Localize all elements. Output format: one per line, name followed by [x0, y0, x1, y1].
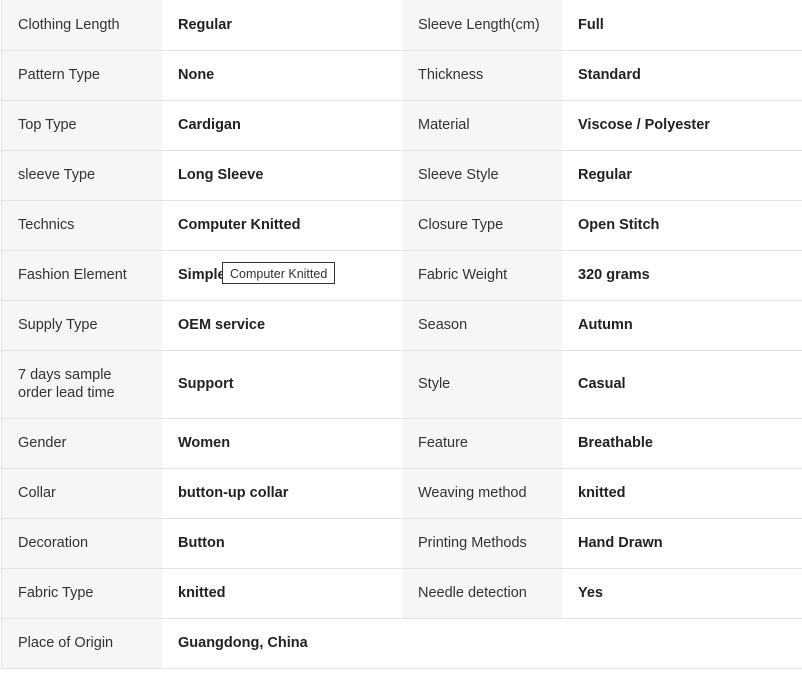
- attribute-key: Material: [402, 100, 562, 150]
- attribute-value: Breathable: [562, 418, 802, 468]
- attribute-value: Yes: [562, 568, 802, 618]
- attribute-value: Guangdong, China: [162, 618, 402, 668]
- table-row: Collar button-up collar Weaving method k…: [1, 468, 802, 518]
- attribute-key: Decoration: [1, 518, 162, 568]
- attribute-key: Sleeve Length(cm): [402, 0, 562, 50]
- attribute-value: Full: [562, 0, 802, 50]
- attribute-key: Thickness: [402, 50, 562, 100]
- attribute-value: Computer Knitted: [162, 200, 402, 250]
- attribute-key: Fabric Weight: [402, 250, 562, 300]
- table-row: sleeve Type Long Sleeve Sleeve Style Reg…: [1, 150, 802, 200]
- attribute-key: 7 days sample order lead time: [1, 350, 162, 418]
- attribute-value: OEM service: [162, 300, 402, 350]
- attribute-key: Feature: [402, 418, 562, 468]
- attribute-value: button-up collar: [162, 468, 402, 518]
- attribute-value: Autumn: [562, 300, 802, 350]
- product-attributes-table: Clothing Length Regular Sleeve Length(cm…: [1, 0, 802, 669]
- attribute-value: Long Sleeve: [162, 150, 402, 200]
- attribute-key: Needle detection: [402, 568, 562, 618]
- table-row: Top Type Cardigan Material Viscose / Pol…: [1, 100, 802, 150]
- empty-cell: [562, 618, 802, 668]
- table-row: 7 days sample order lead time Support St…: [1, 350, 802, 418]
- hover-tooltip: Computer Knitted: [222, 262, 336, 284]
- attribute-value: Regular: [162, 0, 402, 50]
- attribute-key: Style: [402, 350, 562, 418]
- table-row: Fabric Type knitted Needle detection Yes: [1, 568, 802, 618]
- attribute-value: Casual: [562, 350, 802, 418]
- attribute-value: Support: [162, 350, 402, 418]
- attribute-key: Place of Origin: [1, 618, 162, 668]
- table-row: Gender Women Feature Breathable: [1, 418, 802, 468]
- attribute-value: knitted: [562, 468, 802, 518]
- table-row: Decoration Button Printing Methods Hand …: [1, 518, 802, 568]
- table-row: Pattern Type None Thickness Standard: [1, 50, 802, 100]
- attribute-value: Cardigan: [162, 100, 402, 150]
- attribute-key: Technics: [1, 200, 162, 250]
- attribute-value: None: [162, 50, 402, 100]
- attribute-value: Hand Drawn: [562, 518, 802, 568]
- attribute-value: Women: [162, 418, 402, 468]
- table-row: Place of Origin Guangdong, China: [1, 618, 802, 668]
- attribute-value: knitted: [162, 568, 402, 618]
- table-row: Fashion Element Simple Fabric Weight 320…: [1, 250, 802, 300]
- attribute-key: Pattern Type: [1, 50, 162, 100]
- table-row: Technics Computer Knitted Closure Type O…: [1, 200, 802, 250]
- attribute-key: Fashion Element: [1, 250, 162, 300]
- attribute-key: Fabric Type: [1, 568, 162, 618]
- attribute-key: Season: [402, 300, 562, 350]
- attribute-key: Supply Type: [1, 300, 162, 350]
- attribute-key: Printing Methods: [402, 518, 562, 568]
- empty-cell: [402, 618, 562, 668]
- attribute-value: Button: [162, 518, 402, 568]
- attribute-value: Open Stitch: [562, 200, 802, 250]
- attribute-key: sleeve Type: [1, 150, 162, 200]
- attribute-key: Sleeve Style: [402, 150, 562, 200]
- attribute-key: Gender: [1, 418, 162, 468]
- table-row: Clothing Length Regular Sleeve Length(cm…: [1, 0, 802, 50]
- attribute-key: Collar: [1, 468, 162, 518]
- attribute-key: Closure Type: [402, 200, 562, 250]
- attribute-value: Viscose / Polyester: [562, 100, 802, 150]
- attribute-value: Standard: [562, 50, 802, 100]
- table-row: Supply Type OEM service Season Autumn: [1, 300, 802, 350]
- attribute-key: Clothing Length: [1, 0, 162, 50]
- attribute-key: Weaving method: [402, 468, 562, 518]
- attribute-value: 320 grams: [562, 250, 802, 300]
- attribute-value: Regular: [562, 150, 802, 200]
- attribute-key: Top Type: [1, 100, 162, 150]
